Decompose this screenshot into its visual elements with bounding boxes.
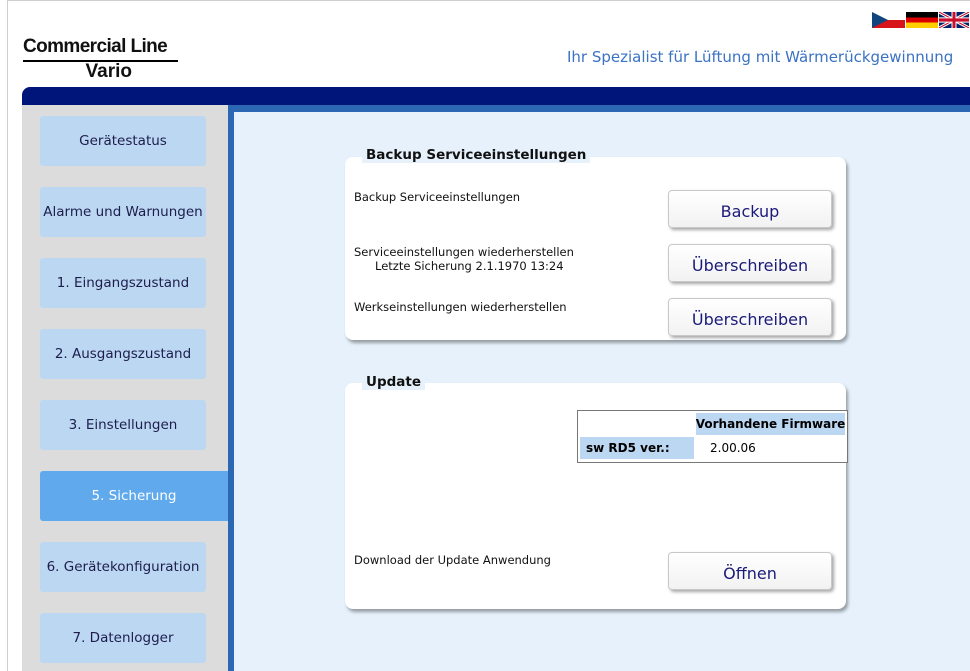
nav-item-einstellungen[interactable]: 3. Einstellungen (40, 400, 206, 450)
firmware-table-header: Vorhandene Firmware (696, 413, 845, 435)
nav-item-sicherung[interactable]: 5. Sicherung (40, 471, 228, 521)
nav-item-ausgangszustand[interactable]: 2. Ausgangszustand (40, 329, 206, 379)
backup-group: Backup Serviceeinstellungen Backup Servi… (345, 147, 846, 340)
factory-reset-row-label: Werkseinstellungen wiederherstellen (354, 300, 567, 314)
czech-flag-icon[interactable] (872, 12, 905, 28)
tagline: Ihr Spezialist für Lüftung mit Wärmerück… (567, 48, 954, 66)
logo: Commercial Line Vario (23, 36, 178, 82)
open-button[interactable]: Öffnen (668, 552, 832, 590)
last-backup-label: Letzte Sicherung 2.1.1970 13:24 (375, 259, 564, 273)
backup-group-title: Backup Serviceeinstellungen (362, 147, 591, 163)
download-update-label: Download der Update Anwendung (354, 553, 551, 567)
nav-item-eingangszustand[interactable]: 1. Eingangszustand (40, 258, 206, 308)
nav-item-datenlogger[interactable]: 7. Datenlogger (40, 613, 206, 663)
nav-item-alarme[interactable]: Alarme und Warnungen (40, 187, 206, 237)
german-flag-icon[interactable] (906, 12, 938, 28)
nav-item-label: Gerätestatus (79, 133, 167, 149)
sidebar: Gerätestatus Alarme und Warnungen 1. Ein… (22, 105, 228, 671)
backup-row-label: Backup Serviceeinstellungen (354, 190, 521, 204)
nav-item-label: Alarme und Warnungen (43, 204, 203, 220)
language-flags (872, 12, 969, 28)
main-content: Backup Serviceeinstellungen Backup Servi… (234, 112, 970, 671)
factory-overwrite-button[interactable]: Überschreiben (668, 298, 832, 336)
backup-button[interactable]: Backup (668, 190, 832, 228)
update-group-title: Update (362, 374, 426, 390)
nav-item-label: 6. Gerätekonfiguration (46, 559, 200, 575)
backup-button-label: Backup (720, 202, 780, 221)
firmware-row-label: sw RD5 ver.: (580, 437, 694, 459)
open-button-label: Öffnen (723, 564, 777, 583)
top-bar (22, 87, 970, 105)
nav-item-label: 2. Ausgangszustand (54, 346, 192, 362)
nav-item-label: 7. Datenlogger (72, 630, 174, 646)
nav-item-label: 5. Sicherung (91, 488, 177, 504)
logo-line2: Vario (85, 61, 132, 82)
restore-overwrite-button[interactable]: Überschreiben (668, 244, 832, 282)
factory-overwrite-button-label: Überschreiben (691, 310, 809, 329)
firmware-row-value: 2.00.06 (710, 441, 756, 455)
restore-overwrite-button-label: Überschreiben (691, 256, 809, 275)
nav-item-label: 3. Einstellungen (68, 417, 178, 433)
nav-item-label: 1. Eingangszustand (56, 275, 190, 291)
uk-flag-icon[interactable] (939, 12, 969, 28)
restore-row-label: Serviceeinstellungen wiederherstellen (354, 245, 574, 259)
nav-item-geraetestatus[interactable]: Gerätestatus (40, 116, 206, 166)
logo-line1: Commercial Line (23, 36, 168, 57)
firmware-table: Vorhandene Firmware sw RD5 ver.: 2.00.06 (577, 410, 848, 463)
nav-item-geraetekonfiguration[interactable]: 6. Gerätekonfiguration (40, 542, 206, 592)
main-panel: Backup Serviceeinstellungen Backup Servi… (228, 105, 970, 671)
update-group: Update Vorhandene Firmware sw RD5 ver.: … (345, 374, 848, 609)
